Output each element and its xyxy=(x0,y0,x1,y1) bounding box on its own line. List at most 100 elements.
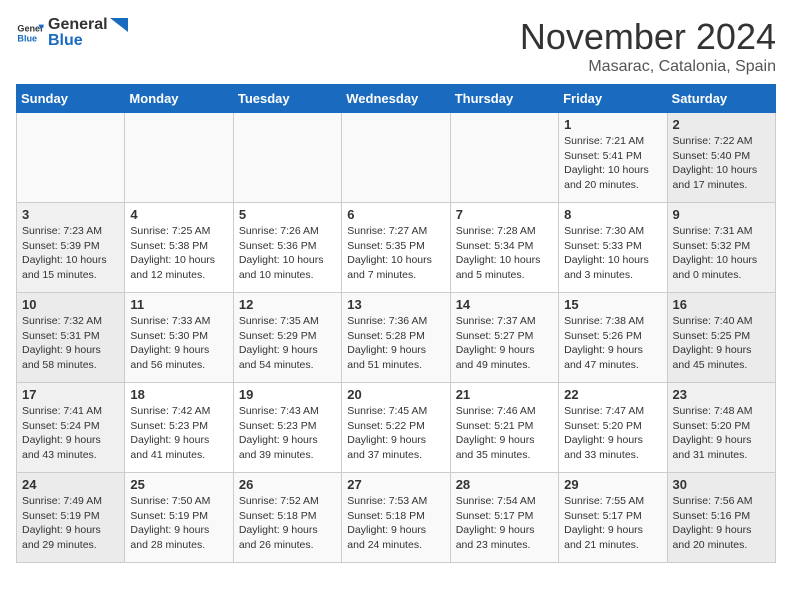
calendar-week-row: 24 Sunrise: 7:49 AM Sunset: 5:19 PM Dayli… xyxy=(17,473,776,563)
day-number: 23 xyxy=(673,387,770,402)
day-info: Sunrise: 7:48 AM Sunset: 5:20 PM Dayligh… xyxy=(673,404,770,463)
day-number: 30 xyxy=(673,477,770,492)
day-number: 10 xyxy=(22,297,119,312)
day-info: Sunrise: 7:55 AM Sunset: 5:17 PM Dayligh… xyxy=(564,494,661,553)
calendar-day-cell: 9 Sunrise: 7:31 AM Sunset: 5:32 PM Daylig… xyxy=(667,203,775,293)
calendar-day-cell: 1 Sunrise: 7:21 AM Sunset: 5:41 PM Daylig… xyxy=(559,113,667,203)
day-number: 7 xyxy=(456,207,553,222)
day-info: Sunrise: 7:26 AM Sunset: 5:36 PM Dayligh… xyxy=(239,224,336,283)
day-info: Sunrise: 7:49 AM Sunset: 5:19 PM Dayligh… xyxy=(22,494,119,553)
calendar-day-cell: 27Sunrise: 7:53 AM Sunset: 5:18 PM Dayli… xyxy=(342,473,450,563)
day-info: Sunrise: 7:27 AM Sunset: 5:35 PM Dayligh… xyxy=(347,224,444,283)
calendar-day-cell: 7 Sunrise: 7:28 AM Sunset: 5:34 PM Daylig… xyxy=(450,203,558,293)
day-info: Sunrise: 7:28 AM Sunset: 5:34 PM Dayligh… xyxy=(456,224,553,283)
calendar-day-cell: 4 Sunrise: 7:25 AM Sunset: 5:38 PM Daylig… xyxy=(125,203,233,293)
calendar-title: November 2024 xyxy=(520,16,776,58)
day-number: 6 xyxy=(347,207,444,222)
calendar-day-cell: 15 Sunrise: 7:38 AM Sunset: 5:26 PM Dayli… xyxy=(559,293,667,383)
day-number: 11 xyxy=(130,297,227,312)
day-number: 3 xyxy=(22,207,119,222)
day-info: Sunrise: 7:21 AM Sunset: 5:41 PM Dayligh… xyxy=(564,134,661,193)
logo-arrow-icon xyxy=(110,18,128,32)
day-number: 28 xyxy=(456,477,553,492)
calendar-week-row: 10 Sunrise: 7:32 AM Sunset: 5:31 PM Dayli… xyxy=(17,293,776,383)
day-info: Sunrise: 7:50 AM Sunset: 5:19 PM Dayligh… xyxy=(130,494,227,553)
logo-icon: General Blue xyxy=(16,19,44,47)
calendar-day-cell: 26Sunrise: 7:52 AM Sunset: 5:18 PM Dayli… xyxy=(233,473,341,563)
day-number: 25 xyxy=(130,477,227,492)
day-number: 15 xyxy=(564,297,661,312)
header-wednesday: Wednesday xyxy=(342,85,450,113)
day-info: Sunrise: 7:30 AM Sunset: 5:33 PM Dayligh… xyxy=(564,224,661,283)
day-number: 5 xyxy=(239,207,336,222)
calendar-day-cell: 30 Sunrise: 7:56 AM Sunset: 5:16 PM Dayli… xyxy=(667,473,775,563)
day-info: Sunrise: 7:42 AM Sunset: 5:23 PM Dayligh… xyxy=(130,404,227,463)
day-info: Sunrise: 7:53 AM Sunset: 5:18 PM Dayligh… xyxy=(347,494,444,553)
day-info: Sunrise: 7:41 AM Sunset: 5:24 PM Dayligh… xyxy=(22,404,119,463)
calendar-day-cell: 29Sunrise: 7:55 AM Sunset: 5:17 PM Dayli… xyxy=(559,473,667,563)
calendar-day-cell: 2 Sunrise: 7:22 AM Sunset: 5:40 PM Daylig… xyxy=(667,113,775,203)
header-thursday: Thursday xyxy=(450,85,558,113)
weekday-header-row: Sunday Monday Tuesday Wednesday Thursday… xyxy=(17,85,776,113)
day-number: 24 xyxy=(22,477,119,492)
calendar-day-cell: 12 Sunrise: 7:35 AM Sunset: 5:29 PM Dayli… xyxy=(233,293,341,383)
calendar-day-cell: 16Sunrise: 7:40 AM Sunset: 5:25 PM Dayli… xyxy=(667,293,775,383)
day-info: Sunrise: 7:37 AM Sunset: 5:27 PM Dayligh… xyxy=(456,314,553,373)
day-number: 8 xyxy=(564,207,661,222)
day-number: 21 xyxy=(456,387,553,402)
calendar-day-cell xyxy=(125,113,233,203)
calendar-week-row: 17 Sunrise: 7:41 AM Sunset: 5:24 PM Dayli… xyxy=(17,383,776,473)
calendar-week-row: 1 Sunrise: 7:21 AM Sunset: 5:41 PM Daylig… xyxy=(17,113,776,203)
day-info: Sunrise: 7:33 AM Sunset: 5:30 PM Dayligh… xyxy=(130,314,227,373)
calendar-day-cell xyxy=(17,113,125,203)
calendar-day-cell: 13 Sunrise: 7:36 AM Sunset: 5:28 PM Dayli… xyxy=(342,293,450,383)
day-info: Sunrise: 7:22 AM Sunset: 5:40 PM Dayligh… xyxy=(673,134,770,193)
calendar-day-cell: 19 Sunrise: 7:43 AM Sunset: 5:23 PM Dayli… xyxy=(233,383,341,473)
day-info: Sunrise: 7:31 AM Sunset: 5:32 PM Dayligh… xyxy=(673,224,770,283)
title-block: November 2024 Masarac, Catalonia, Spain xyxy=(520,16,776,76)
day-number: 9 xyxy=(673,207,770,222)
day-info: Sunrise: 7:46 AM Sunset: 5:21 PM Dayligh… xyxy=(456,404,553,463)
day-number: 14 xyxy=(456,297,553,312)
calendar-day-cell: 8 Sunrise: 7:30 AM Sunset: 5:33 PM Daylig… xyxy=(559,203,667,293)
calendar-day-cell: 14 Sunrise: 7:37 AM Sunset: 5:27 PM Dayli… xyxy=(450,293,558,383)
day-number: 12 xyxy=(239,297,336,312)
day-number: 1 xyxy=(564,117,661,132)
day-info: Sunrise: 7:43 AM Sunset: 5:23 PM Dayligh… xyxy=(239,404,336,463)
day-number: 19 xyxy=(239,387,336,402)
header-tuesday: Tuesday xyxy=(233,85,341,113)
calendar-day-cell: 6 Sunrise: 7:27 AM Sunset: 5:35 PM Daylig… xyxy=(342,203,450,293)
calendar-subtitle: Masarac, Catalonia, Spain xyxy=(520,58,776,76)
day-info: Sunrise: 7:38 AM Sunset: 5:26 PM Dayligh… xyxy=(564,314,661,373)
calendar-day-cell: 10 Sunrise: 7:32 AM Sunset: 5:31 PM Dayli… xyxy=(17,293,125,383)
day-info: Sunrise: 7:54 AM Sunset: 5:17 PM Dayligh… xyxy=(456,494,553,553)
calendar-day-cell: 11 Sunrise: 7:33 AM Sunset: 5:30 PM Dayli… xyxy=(125,293,233,383)
calendar-day-cell: 17 Sunrise: 7:41 AM Sunset: 5:24 PM Dayli… xyxy=(17,383,125,473)
calendar-day-cell: 5 Sunrise: 7:26 AM Sunset: 5:36 PM Daylig… xyxy=(233,203,341,293)
day-number: 4 xyxy=(130,207,227,222)
calendar-week-row: 3 Sunrise: 7:23 AM Sunset: 5:39 PM Daylig… xyxy=(17,203,776,293)
day-number: 17 xyxy=(22,387,119,402)
day-info: Sunrise: 7:36 AM Sunset: 5:28 PM Dayligh… xyxy=(347,314,444,373)
header-saturday: Saturday xyxy=(667,85,775,113)
day-number: 20 xyxy=(347,387,444,402)
day-info: Sunrise: 7:40 AM Sunset: 5:25 PM Dayligh… xyxy=(673,314,770,373)
svg-text:Blue: Blue xyxy=(17,33,37,43)
day-info: Sunrise: 7:32 AM Sunset: 5:31 PM Dayligh… xyxy=(22,314,119,373)
calendar-day-cell: 25 Sunrise: 7:50 AM Sunset: 5:19 PM Dayli… xyxy=(125,473,233,563)
header-monday: Monday xyxy=(125,85,233,113)
calendar-day-cell: 23 Sunrise: 7:48 AM Sunset: 5:20 PM Dayli… xyxy=(667,383,775,473)
day-info: Sunrise: 7:56 AM Sunset: 5:16 PM Dayligh… xyxy=(673,494,770,553)
day-info: Sunrise: 7:47 AM Sunset: 5:20 PM Dayligh… xyxy=(564,404,661,463)
calendar-table: Sunday Monday Tuesday Wednesday Thursday… xyxy=(16,84,776,563)
day-number: 18 xyxy=(130,387,227,402)
day-info: Sunrise: 7:35 AM Sunset: 5:29 PM Dayligh… xyxy=(239,314,336,373)
day-number: 2 xyxy=(673,117,770,132)
calendar-day-cell xyxy=(342,113,450,203)
day-number: 13 xyxy=(347,297,444,312)
day-info: Sunrise: 7:25 AM Sunset: 5:38 PM Dayligh… xyxy=(130,224,227,283)
day-info: Sunrise: 7:23 AM Sunset: 5:39 PM Dayligh… xyxy=(22,224,119,283)
day-number: 22 xyxy=(564,387,661,402)
calendar-day-cell: 24 Sunrise: 7:49 AM Sunset: 5:19 PM Dayli… xyxy=(17,473,125,563)
calendar-day-cell xyxy=(450,113,558,203)
